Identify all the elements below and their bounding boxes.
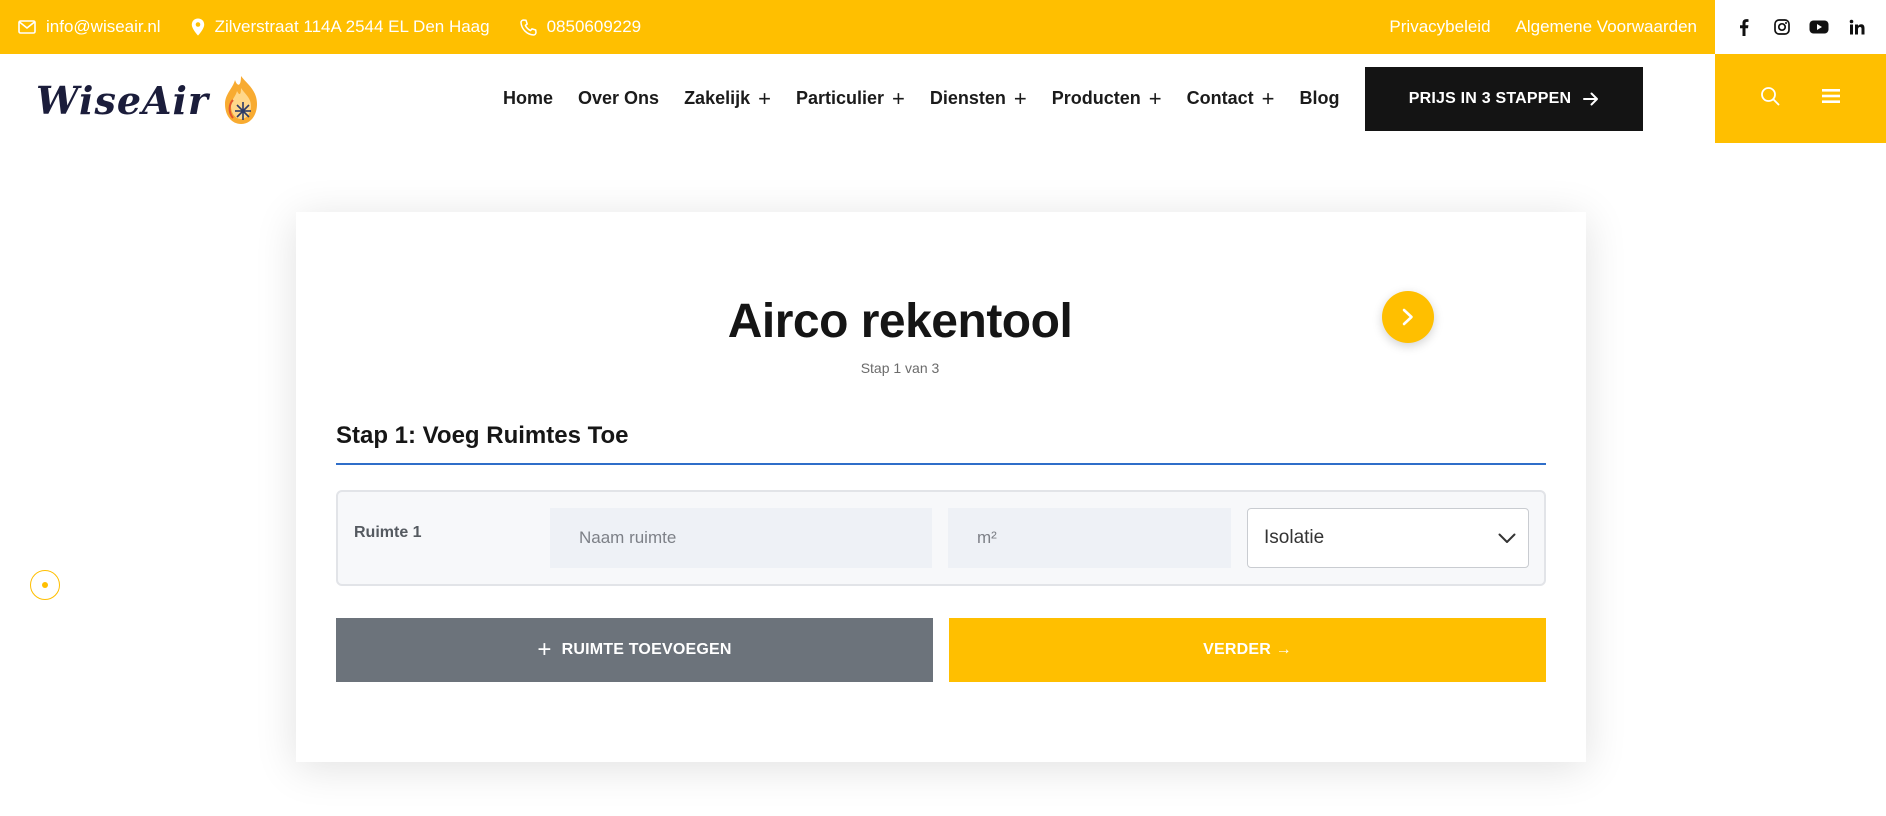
mail-icon: [18, 20, 36, 34]
main-nav: Home Over Ons Zakelijk + Particulier + Die…: [503, 54, 1365, 143]
menu-icon[interactable]: [1821, 87, 1841, 110]
plus-icon[interactable]: +: [1262, 87, 1275, 110]
next-button-label: VERDER →: [1203, 641, 1292, 658]
topbar-links: Privacybeleid Algemene Voorwaarden: [1364, 17, 1697, 37]
nav-item-blog[interactable]: Blog: [1300, 88, 1340, 109]
room-name-input[interactable]: [550, 508, 932, 568]
airco-calculator-card: Airco rekentool Stap 1 van 3 Stap 1: Voe…: [296, 212, 1586, 762]
next-step-circle-button[interactable]: [1382, 291, 1434, 343]
phone-link[interactable]: 0850609229: [519, 17, 642, 37]
logo[interactable]: WiseAir: [36, 74, 263, 126]
address-link[interactable]: Zilverstraat 114A 2544 EL Den Haag: [191, 17, 490, 37]
next-button[interactable]: VERDER →: [949, 618, 1546, 682]
nav-item-zakelijk[interactable]: Zakelijk +: [684, 87, 771, 110]
step-indicator: Stap 1 van 3: [860, 360, 940, 376]
nav-label: Producten: [1051, 88, 1141, 108]
arrow-right-icon: [1583, 92, 1599, 106]
plus-icon[interactable]: +: [892, 87, 905, 110]
map-pin-icon: [191, 18, 204, 36]
logo-text: WiseAir: [36, 77, 209, 123]
cta-label: PRIJS IN 3 STAPPEN: [1408, 90, 1572, 107]
nav-item-diensten[interactable]: Diensten +: [929, 87, 1027, 110]
room-area-input[interactable]: [948, 508, 1231, 568]
nav-label: Zakelijk: [684, 88, 751, 108]
calculator-title: Airco rekentool: [727, 295, 1073, 348]
nav-label: Blog: [1299, 88, 1340, 108]
terms-link[interactable]: Algemene Voorwaarden: [1516, 17, 1697, 37]
plus-icon: +: [537, 636, 552, 663]
youtube-icon[interactable]: [1809, 17, 1829, 37]
top-bar: info@wiseair.nl Zilverstraat 114A 2544 E…: [0, 0, 1886, 54]
chevron-right-icon: [1402, 308, 1413, 326]
nav-label: Particulier: [795, 88, 885, 108]
insulation-selected-value: Isolatie: [1264, 527, 1325, 548]
add-room-label: RUIMTE TOEVOEGEN: [561, 641, 732, 658]
phone-text: 0850609229: [546, 17, 642, 36]
flame-snowflake-logo-icon: [224, 76, 257, 124]
phone-icon: [519, 18, 537, 36]
social-links: [1715, 0, 1886, 54]
nav-item-contact[interactable]: Contact +: [1186, 87, 1275, 110]
nav-item-particulier[interactable]: Particulier +: [795, 87, 905, 110]
instagram-icon[interactable]: [1772, 17, 1792, 37]
plus-icon[interactable]: +: [758, 87, 771, 110]
facebook-icon[interactable]: [1734, 17, 1754, 37]
room-row: Ruimte 1 Isolatie: [336, 490, 1546, 586]
contact-info: info@wiseair.nl Zilverstraat 114A 2544 E…: [18, 17, 671, 37]
plus-icon[interactable]: +: [1149, 87, 1162, 110]
email-text: info@wiseair.nl: [46, 17, 161, 36]
top-bar-contact: info@wiseair.nl Zilverstraat 114A 2544 E…: [0, 0, 1715, 54]
section-divider: [336, 463, 1546, 465]
nav-item-over-ons[interactable]: Over Ons: [578, 88, 659, 109]
nav-label: Home: [503, 88, 554, 108]
chevron-down-icon: [1498, 533, 1516, 543]
nav-item-home[interactable]: Home: [503, 88, 553, 109]
search-icon[interactable]: [1760, 86, 1780, 111]
plus-icon[interactable]: +: [1014, 87, 1027, 110]
room-label: Ruimte 1: [354, 524, 422, 541]
main-header: WiseAir Home Over Ons Zakelijk + Particul…: [0, 54, 1886, 143]
nav-label: Diensten: [929, 88, 1006, 108]
privacy-link[interactable]: Privacybeleid: [1389, 17, 1490, 37]
scroll-indicator[interactable]: [30, 570, 60, 600]
nav-item-producten[interactable]: Producten +: [1051, 87, 1162, 110]
linkedin-icon[interactable]: [1847, 17, 1867, 37]
nav-label: Over Ons: [578, 88, 660, 108]
price-cta-button[interactable]: PRIJS IN 3 STAPPEN: [1365, 67, 1643, 131]
address-text: Zilverstraat 114A 2544 EL Den Haag: [214, 17, 490, 36]
email-link[interactable]: info@wiseair.nl: [18, 17, 161, 37]
section-title: Stap 1: Voeg Ruimtes Toe: [336, 422, 629, 449]
header-actions: [1715, 54, 1886, 143]
insulation-select[interactable]: Isolatie: [1247, 508, 1529, 568]
add-room-button[interactable]: + RUIMTE TOEVOEGEN: [336, 618, 933, 682]
nav-label: Contact: [1186, 88, 1254, 108]
scroll-indicator-dot: [42, 582, 48, 588]
